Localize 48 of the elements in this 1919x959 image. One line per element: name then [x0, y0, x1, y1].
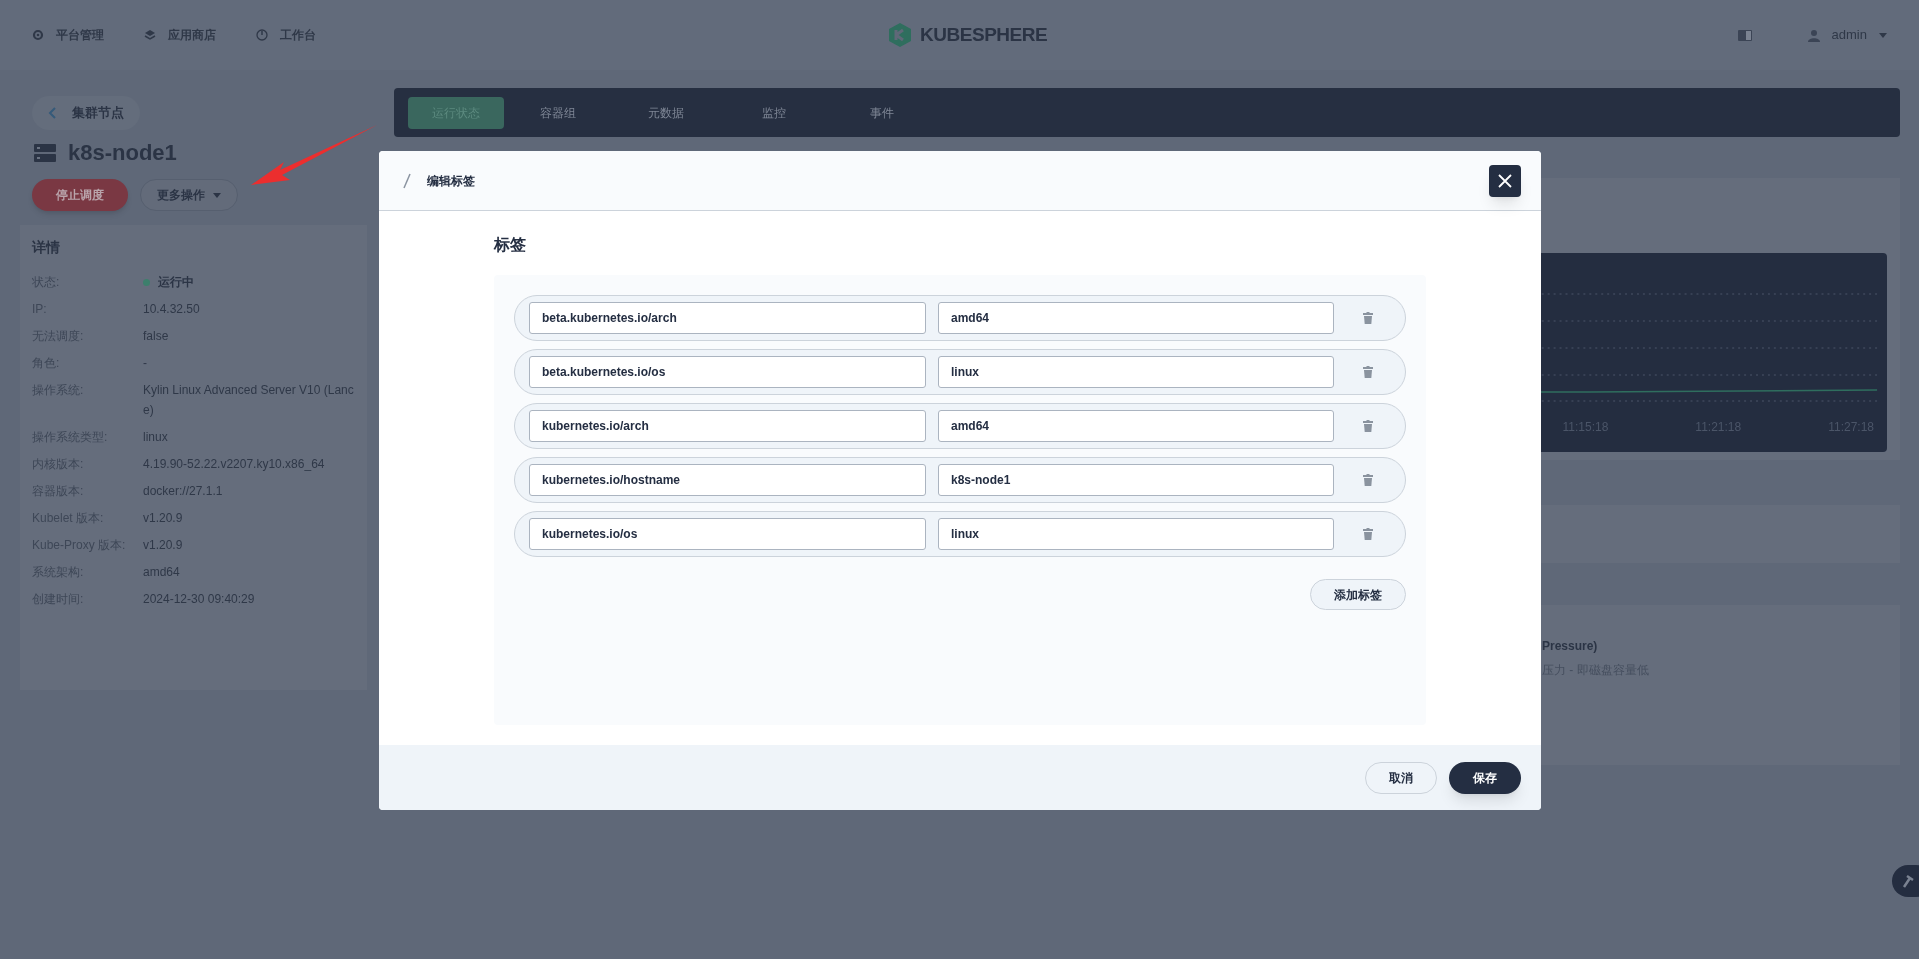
value-input[interactable]: k8s-node1: [938, 464, 1334, 496]
key-input[interactable]: kubernetes.io/os: [529, 518, 926, 550]
delete-button[interactable]: [1361, 526, 1375, 542]
tab[interactable]: 容器组: [504, 96, 612, 129]
details-heading: 详情: [32, 238, 61, 257]
delete-button[interactable]: [1361, 364, 1375, 380]
value-input[interactable]: amd64: [938, 410, 1334, 442]
trash-icon: [1363, 420, 1373, 432]
condition-title: Pressure): [1542, 638, 1599, 655]
section-heading: 标签: [494, 235, 527, 255]
save-button[interactable]: 保存: [1449, 761, 1521, 794]
value-input[interactable]: amd64: [938, 302, 1334, 334]
trash-icon: [1363, 312, 1373, 324]
user-icon[interactable]: [1807, 28, 1820, 42]
caret-icon: [213, 192, 221, 198]
key-input[interactable]: kubernetes.io/arch: [529, 410, 926, 442]
tab[interactable]: 事件: [828, 96, 936, 129]
value-input[interactable]: linux: [938, 356, 1334, 388]
trash-icon: [1363, 366, 1373, 378]
stop-scheduling-button[interactable]: 停止调度: [32, 179, 128, 211]
hammer-icon: [1902, 874, 1914, 888]
key-input[interactable]: beta.kubernetes.io/os: [529, 356, 926, 388]
trash-icon: [1363, 474, 1373, 486]
logo-text: KUBESPHERE: [920, 23, 1048, 47]
panel-icon[interactable]: [1737, 29, 1752, 41]
back-icon: [48, 107, 56, 119]
caret-icon[interactable]: [1879, 32, 1887, 38]
value-input[interactable]: linux: [938, 518, 1334, 550]
detail-value: -: [143, 355, 148, 372]
close-icon: [1498, 174, 1512, 188]
add-label-button[interactable]: 添加标签: [1310, 579, 1406, 610]
key-input[interactable]: beta.kubernetes.io/arch: [529, 302, 926, 334]
trash-icon: [1363, 528, 1373, 540]
delete-button[interactable]: [1361, 472, 1375, 488]
close-button[interactable]: [1489, 165, 1521, 197]
tab[interactable]: 元数据: [612, 96, 720, 129]
delete-button[interactable]: [1361, 310, 1375, 326]
modal-title: 编辑标签: [427, 172, 475, 190]
delete-button[interactable]: [1361, 418, 1375, 434]
detail-value: 运行中: [158, 274, 194, 291]
key-input[interactable]: kubernetes.io/hostname: [529, 464, 926, 496]
cancel-button[interactable]: 取消: [1365, 761, 1437, 794]
gear-icon: [32, 29, 44, 41]
pencil-icon: [403, 172, 411, 189]
logo-icon: [888, 22, 912, 49]
tab[interactable]: 监控: [720, 96, 828, 129]
layers-icon: [144, 29, 156, 41]
server-icon: [34, 143, 56, 162]
